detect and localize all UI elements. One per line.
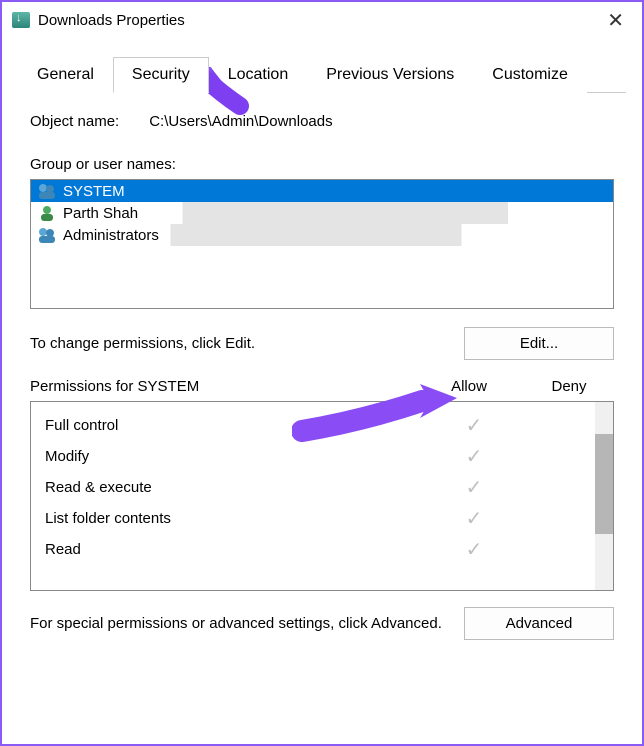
scrollbar[interactable] xyxy=(595,402,613,590)
titlebar: Downloads Properties ✕ xyxy=(2,2,642,38)
permissions-header: Permissions for SYSTEM xyxy=(30,378,414,395)
edit-hint-text: To change permissions, click Edit. xyxy=(30,335,255,352)
column-deny: Deny xyxy=(524,378,614,395)
perm-row: Read ✓ xyxy=(45,534,599,565)
check-icon: ✓ xyxy=(419,475,529,500)
user-icon xyxy=(37,204,57,222)
folder-download-icon xyxy=(12,12,30,28)
perm-name: Read & execute xyxy=(45,479,419,496)
tab-location[interactable]: Location xyxy=(209,57,308,93)
user-name: SYSTEM xyxy=(63,183,125,200)
perm-name: Modify xyxy=(45,448,419,465)
advanced-button[interactable]: Advanced xyxy=(464,607,614,640)
perm-name: Full control xyxy=(45,417,419,434)
window-title: Downloads Properties xyxy=(38,12,185,29)
check-icon: ✓ xyxy=(419,537,529,562)
check-icon: ✓ xyxy=(419,413,529,438)
user-row-system[interactable]: SYSTEM xyxy=(31,180,613,202)
user-list[interactable]: SYSTEM Parth Shah Administrators xyxy=(30,179,614,309)
close-icon[interactable]: ✕ xyxy=(599,8,632,33)
group-users-label: Group or user names: xyxy=(30,156,614,173)
user-name: Parth Shah xyxy=(63,205,138,222)
tab-previous-versions[interactable]: Previous Versions xyxy=(307,57,473,93)
group-icon xyxy=(37,182,57,200)
perm-row: Full control ✓ xyxy=(45,410,599,441)
tab-general[interactable]: General xyxy=(18,57,113,93)
check-icon: ✓ xyxy=(419,506,529,531)
user-row-admins[interactable]: Administrators xyxy=(31,224,613,246)
perm-row: Read & execute ✓ xyxy=(45,472,599,503)
perm-name: Read xyxy=(45,541,419,558)
scrollbar-thumb[interactable] xyxy=(595,434,613,534)
tab-security[interactable]: Security xyxy=(113,57,209,93)
perm-row: List folder contents ✓ xyxy=(45,503,599,534)
object-name-value: C:\Users\Admin\Downloads xyxy=(149,113,332,130)
check-icon: ✓ xyxy=(419,444,529,469)
user-name: Administrators xyxy=(63,227,159,244)
tab-strip: General Security Location Previous Versi… xyxy=(18,56,626,93)
tab-customize[interactable]: Customize xyxy=(473,57,587,93)
object-name-label: Object name: xyxy=(30,113,119,130)
group-icon xyxy=(37,226,57,244)
column-allow: Allow xyxy=(414,378,524,395)
edit-button[interactable]: Edit... xyxy=(464,327,614,360)
perm-row: Modify ✓ xyxy=(45,441,599,472)
advanced-hint-text: For special permissions or advanced sett… xyxy=(30,614,464,634)
user-row-parth[interactable]: Parth Shah xyxy=(31,202,613,224)
perm-name: List folder contents xyxy=(45,510,419,527)
permissions-table: Full control ✓ Modify ✓ Read & execute ✓… xyxy=(30,401,614,591)
